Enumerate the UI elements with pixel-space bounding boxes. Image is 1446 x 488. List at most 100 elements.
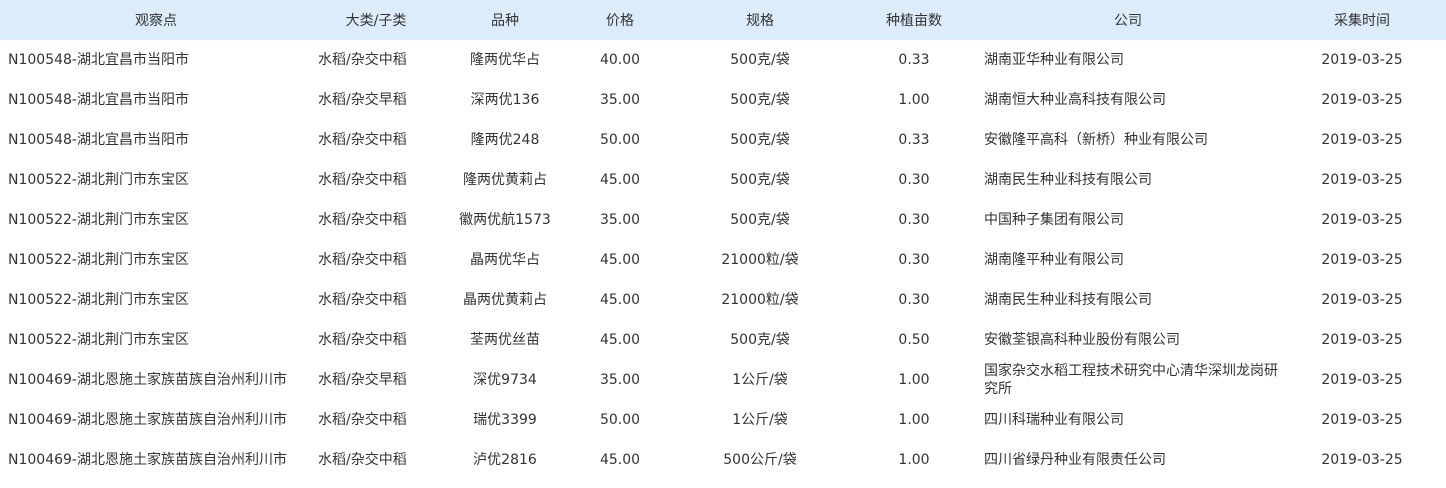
cell-site: N100522-湖北荆门市东宝区 xyxy=(8,252,189,268)
cell-spec: 500克/袋 xyxy=(730,212,790,228)
column-header-company[interactable]: 公司 xyxy=(978,0,1278,40)
cell-site: N100522-湖北荆门市东宝区 xyxy=(8,212,189,228)
cell-category: 水稻/杂交中稻 xyxy=(318,252,407,268)
cell-spec: 1公斤/袋 xyxy=(732,412,788,428)
cell-acres: 0.33 xyxy=(898,52,930,68)
cell-price: 45.00 xyxy=(599,292,641,308)
cell-company: 湖南恒大种业高科技有限公司 xyxy=(984,92,1166,108)
table-row[interactable]: N100548-湖北宜昌市当阳市 水稻/杂交早稻 深两优136 35.00 500克/袋… xyxy=(0,80,1446,120)
cell-price: 45.00 xyxy=(599,252,641,268)
cell-category: 水稻/杂交中稻 xyxy=(318,412,407,428)
column-header-acres[interactable]: 种植亩数 xyxy=(850,0,978,40)
cell-spec: 500克/袋 xyxy=(730,172,790,188)
cell-company: 湖南亚华种业有限公司 xyxy=(984,52,1124,68)
table-row[interactable]: N100522-湖北荆门市东宝区 水稻/杂交中稻 徽两优航1573 35.00 500克… xyxy=(0,200,1446,240)
cell-spec: 500克/袋 xyxy=(730,332,790,348)
cell-spec: 500公斤/袋 xyxy=(723,452,797,468)
cell-acres: 0.30 xyxy=(898,252,930,268)
cell-acres: 0.33 xyxy=(898,132,930,148)
cell-category: 水稻/杂交中稻 xyxy=(318,452,407,468)
cell-variety: 荃两优丝苗 xyxy=(470,332,540,348)
cell-site: N100522-湖北荆门市东宝区 xyxy=(8,172,189,188)
cell-category: 水稻/杂交中稻 xyxy=(318,212,407,228)
cell-variety: 瑞优3399 xyxy=(473,412,537,428)
table-row[interactable]: N100469-湖北恩施土家族苗族自治州利川市 水稻/杂交早稻 深优9734 35.0… xyxy=(0,360,1446,400)
cell-acres: 0.30 xyxy=(898,292,930,308)
cell-variety: 深两优136 xyxy=(470,92,540,108)
cell-variety: 晶两优黄莉占 xyxy=(463,292,547,308)
table-row[interactable]: N100522-湖北荆门市东宝区 水稻/杂交中稻 隆两优黄莉占 45.00 500克/袋… xyxy=(0,160,1446,200)
cell-company: 四川省绿丹种业有限责任公司 xyxy=(984,452,1166,468)
cell-price: 35.00 xyxy=(599,92,641,108)
cell-spec: 21000粒/袋 xyxy=(721,292,799,308)
cell-variety: 晶两优华占 xyxy=(470,252,540,268)
cell-variety: 隆两优黄莉占 xyxy=(463,172,547,188)
table-row[interactable]: N100522-湖北荆门市东宝区 水稻/杂交中稻 晶两优黄莉占 45.00 21000粒… xyxy=(0,280,1446,320)
cell-site: N100548-湖北宜昌市当阳市 xyxy=(8,132,189,148)
column-header-site[interactable]: 观察点 xyxy=(0,0,312,40)
seed-price-table: 观察点 大类/子类 品种 价格 规格 种植亩数 公司 采集时间 N100548-… xyxy=(0,0,1446,480)
cell-category: 水稻/杂交中稻 xyxy=(318,52,407,68)
cell-site: N100548-湖北宜昌市当阳市 xyxy=(8,92,189,108)
table-row[interactable]: N100522-湖北荆门市东宝区 水稻/杂交中稻 荃两优丝苗 45.00 500克/袋 0… xyxy=(0,320,1446,360)
cell-company: 四川科瑞种业有限公司 xyxy=(984,412,1124,428)
cell-date: 2019-03-25 xyxy=(1321,332,1403,348)
cell-company: 安徽荃银高科种业股份有限公司 xyxy=(984,332,1180,348)
cell-spec: 500克/袋 xyxy=(730,132,790,148)
cell-date: 2019-03-25 xyxy=(1321,172,1403,188)
cell-category: 水稻/杂交早稻 xyxy=(318,92,407,108)
cell-acres: 1.00 xyxy=(898,372,930,388)
column-header-spec[interactable]: 规格 xyxy=(670,0,850,40)
cell-date: 2019-03-25 xyxy=(1321,92,1403,108)
cell-category: 水稻/杂交早稻 xyxy=(318,372,407,388)
cell-variety: 隆两优华占 xyxy=(470,52,540,68)
cell-acres: 1.00 xyxy=(898,92,930,108)
cell-site: N100522-湖北荆门市东宝区 xyxy=(8,332,189,348)
table-row[interactable]: N100548-湖北宜昌市当阳市 水稻/杂交中稻 隆两优华占 40.00 500克/袋 0… xyxy=(0,40,1446,80)
table-row[interactable]: N100469-湖北恩施土家族苗族自治州利川市 水稻/杂交中稻 泸优2816 45.0… xyxy=(0,440,1446,480)
cell-variety: 隆两优248 xyxy=(470,132,540,148)
cell-acres: 0.30 xyxy=(898,212,930,228)
table-row[interactable]: N100469-湖北恩施土家族苗族自治州利川市 水稻/杂交中稻 瑞优3399 50.0… xyxy=(0,400,1446,440)
cell-date: 2019-03-25 xyxy=(1321,412,1403,428)
cell-spec: 500克/袋 xyxy=(730,52,790,68)
cell-company: 安徽隆平高科（新桥）种业有限公司 xyxy=(984,132,1208,148)
column-header-price[interactable]: 价格 xyxy=(570,0,670,40)
cell-category: 水稻/杂交中稻 xyxy=(318,332,407,348)
cell-date: 2019-03-25 xyxy=(1321,212,1403,228)
cell-site: N100469-湖北恩施土家族苗族自治州利川市 xyxy=(8,452,287,468)
table-header-row: 观察点 大类/子类 品种 价格 规格 种植亩数 公司 采集时间 xyxy=(0,0,1446,40)
cell-price: 35.00 xyxy=(599,372,641,388)
cell-price: 45.00 xyxy=(599,332,641,348)
column-header-category[interactable]: 大类/子类 xyxy=(312,0,440,40)
table-row[interactable]: N100522-湖北荆门市东宝区 水稻/杂交中稻 晶两优华占 45.00 21000粒/… xyxy=(0,240,1446,280)
cell-price: 50.00 xyxy=(599,132,641,148)
cell-price: 35.00 xyxy=(599,212,641,228)
cell-acres: 0.30 xyxy=(898,172,930,188)
cell-variety: 泸优2816 xyxy=(473,452,537,468)
cell-variety: 徽两优航1573 xyxy=(459,212,551,228)
cell-date: 2019-03-25 xyxy=(1321,292,1403,308)
table-body: N100548-湖北宜昌市当阳市 水稻/杂交中稻 隆两优华占 40.00 500克/袋 0… xyxy=(0,40,1446,480)
column-header-variety[interactable]: 品种 xyxy=(440,0,570,40)
cell-date: 2019-03-25 xyxy=(1321,452,1403,468)
cell-site: N100469-湖北恩施土家族苗族自治州利川市 xyxy=(8,372,287,388)
cell-date: 2019-03-25 xyxy=(1321,372,1403,388)
cell-acres: 1.00 xyxy=(898,412,930,428)
cell-variety: 深优9734 xyxy=(473,372,537,388)
cell-category: 水稻/杂交中稻 xyxy=(318,132,407,148)
cell-company: 中国种子集团有限公司 xyxy=(984,212,1124,228)
cell-date: 2019-03-25 xyxy=(1321,252,1403,268)
cell-acres: 0.50 xyxy=(898,332,930,348)
cell-category: 水稻/杂交中稻 xyxy=(318,292,407,308)
column-header-date[interactable]: 采集时间 xyxy=(1278,0,1446,40)
cell-site: N100469-湖北恩施土家族苗族自治州利川市 xyxy=(8,412,287,428)
table-row[interactable]: N100548-湖北宜昌市当阳市 水稻/杂交中稻 隆两优248 50.00 500克/袋… xyxy=(0,120,1446,160)
cell-site: N100522-湖北荆门市东宝区 xyxy=(8,292,189,308)
cell-price: 45.00 xyxy=(599,452,641,468)
cell-category: 水稻/杂交中稻 xyxy=(318,172,407,188)
cell-company: 湖南民生种业科技有限公司 xyxy=(984,172,1152,188)
cell-company: 湖南民生种业科技有限公司 xyxy=(984,292,1152,308)
cell-site: N100548-湖北宜昌市当阳市 xyxy=(8,52,189,68)
cell-spec: 21000粒/袋 xyxy=(721,252,799,268)
